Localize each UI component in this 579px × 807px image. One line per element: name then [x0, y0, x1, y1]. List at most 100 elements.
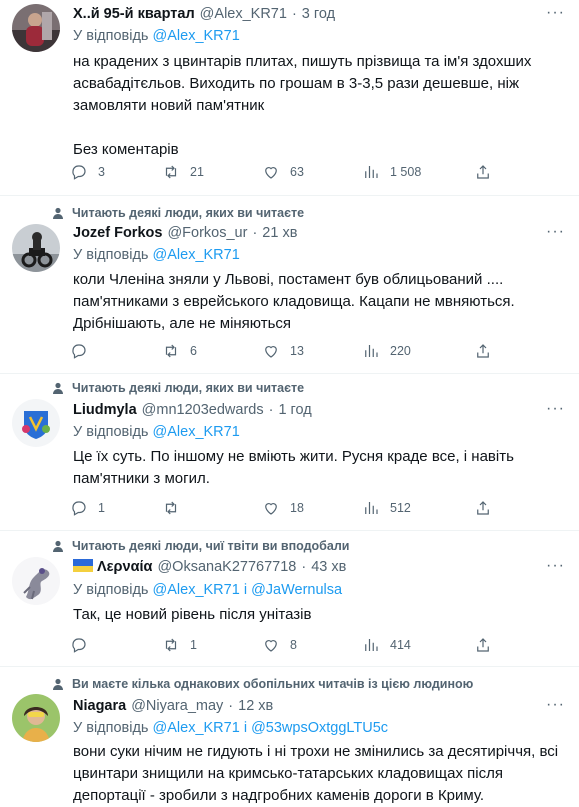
social-context-text[interactable]: Читають деякі люди, яких ви читаєте — [72, 206, 304, 220]
person-icon — [48, 207, 64, 219]
tweet-header: Liudmyla @mn1203edwards · 1 год — [73, 402, 312, 418]
reply-icon — [72, 638, 86, 653]
ukraine-flag-icon — [73, 559, 93, 572]
author-handle[interactable]: @Alex_KR71 — [200, 6, 287, 22]
reply-mention[interactable]: @53wpsOxtggLTU5c — [251, 720, 388, 736]
separator-dot: · — [291, 6, 297, 22]
tweet-time[interactable]: 21 хв — [262, 225, 297, 241]
tweet-0[interactable]: Х..й 95-й квартал @Alex_KR71 · 3 год ···… — [0, 0, 579, 196]
like-icon — [265, 503, 277, 515]
social-context-text[interactable]: Читають деякі люди, чиї твіти ви вподоба… — [72, 539, 349, 553]
reply-joiner: і — [243, 720, 248, 736]
more-icon[interactable]: ··· — [546, 223, 565, 241]
retweet-button[interactable]: 6 — [162, 341, 197, 361]
tweet-time[interactable]: 12 хв — [238, 698, 273, 714]
reply-mention[interactable]: @Alex_KR71 — [153, 424, 240, 440]
views-icon — [365, 166, 378, 178]
author-name[interactable]: Niagara — [73, 698, 126, 714]
share-button[interactable] — [474, 162, 492, 182]
like-count: 18 — [290, 501, 304, 515]
more-icon[interactable]: ··· — [546, 400, 565, 418]
avatar[interactable] — [12, 224, 60, 272]
share-icon — [477, 344, 489, 358]
social-context: Читають деякі люди, чиї твіти ви вподоба… — [48, 539, 349, 553]
views-icon — [365, 345, 378, 357]
author-handle[interactable]: @Forkos_ur — [167, 225, 247, 241]
tweet-time[interactable]: 3 год — [302, 6, 335, 22]
like-count: 63 — [290, 165, 304, 179]
reply-context: У відповідь @Alex_KR71 — [73, 424, 240, 440]
author-name[interactable]: Jozef Forkos — [73, 225, 162, 241]
tweet-text-line: Дрібнішають, але не міняються — [73, 315, 292, 332]
reply-mention[interactable]: @Alex_KR71 — [153, 247, 240, 263]
tweet-3[interactable]: Читають деякі люди, чиї твіти ви вподоба… — [0, 531, 579, 667]
avatar[interactable] — [12, 4, 60, 52]
like-button[interactable]: 18 — [262, 498, 304, 518]
author-handle[interactable]: @OksanaK27767718 — [157, 559, 296, 575]
reply-mention[interactable]: @JaWernulsa — [251, 582, 342, 598]
more-icon[interactable]: ··· — [546, 557, 565, 575]
reply-button[interactable] — [70, 341, 98, 361]
avatar[interactable] — [12, 557, 60, 605]
tweet-text-line: цвинтари знищили на кримсько-татарських … — [73, 765, 503, 782]
reply-button[interactable]: 1 — [70, 498, 105, 518]
reply-button[interactable]: 3 — [70, 162, 105, 182]
person-icon — [48, 382, 64, 394]
share-button[interactable] — [474, 635, 492, 655]
tweet-4[interactable]: Ви маєте кілька однакових обопільних чит… — [0, 667, 579, 807]
tweet-1[interactable]: Читають деякі люди, яких ви читаєте Joze… — [0, 196, 579, 374]
share-icon — [477, 165, 489, 179]
views-button[interactable]: 414 — [362, 635, 411, 655]
reply-button[interactable] — [70, 635, 98, 655]
tweet-text-line: асвабадітєльов. Виходить по грошам в 3-3… — [73, 75, 519, 92]
retweet-button[interactable]: 21 — [162, 162, 204, 182]
like-button[interactable]: 8 — [262, 635, 297, 655]
tweet-text-line: замовляти новий пам'ятник — [73, 97, 265, 114]
share-button[interactable] — [474, 498, 492, 518]
tweet-time[interactable]: 1 год — [278, 402, 311, 418]
tweet-time[interactable]: 43 хв — [311, 559, 346, 575]
tweet-text-line: на крадених з цвинтарів плитах, пишуть п… — [73, 53, 532, 70]
avatar[interactable] — [12, 399, 60, 447]
tweet-text-line: депортації - зробили з надгробних камені… — [73, 787, 485, 804]
author-handle[interactable]: @Niyara_may — [131, 698, 223, 714]
author-name[interactable]: Liudmyla — [73, 402, 137, 418]
separator-dot: · — [252, 225, 258, 241]
views-button[interactable]: 512 — [362, 498, 411, 518]
more-icon[interactable]: ··· — [546, 4, 565, 22]
like-button[interactable]: 63 — [262, 162, 304, 182]
reply-count: 1 — [98, 501, 105, 515]
reply-joiner: і — [243, 582, 248, 598]
like-button[interactable]: 13 — [262, 341, 304, 361]
share-button[interactable] — [474, 341, 492, 361]
reply-mention[interactable]: @Alex_KR71 — [153, 28, 240, 44]
author-name[interactable]: Х..й 95-й квартал — [73, 6, 195, 22]
reply-mention[interactable]: @Alex_KR71 — [153, 720, 240, 736]
social-context-text[interactable]: Ви маєте кілька однакових обопільних чит… — [72, 677, 473, 691]
reply-prefix: У відповідь — [73, 28, 149, 44]
avatar[interactable] — [12, 694, 60, 742]
views-button[interactable]: 1 508 — [362, 162, 421, 182]
reply-feed: Х..й 95-й квартал @Alex_KR71 · 3 год ···… — [0, 0, 579, 807]
views-button[interactable]: 220 — [362, 341, 411, 361]
social-context-text[interactable]: Читають деякі люди, яких ви читаєте — [72, 381, 304, 395]
social-context: Читають деякі люди, яких ви читаєте — [48, 206, 304, 220]
reply-mention[interactable]: @Alex_KR71 — [153, 582, 240, 598]
like-icon — [265, 346, 277, 358]
reply-context: У відповідь @Alex_KR71 і @53wpsOxtggLTU5… — [73, 720, 388, 736]
author-name[interactable]: Λερναία — [73, 559, 152, 575]
retweet-icon — [165, 165, 177, 179]
tweet-text-line: Це їх суть. По іншому не вміють жити. Ру… — [73, 448, 514, 465]
more-icon[interactable]: ··· — [546, 696, 565, 714]
retweet-button[interactable]: 1 — [162, 635, 197, 655]
retweet-button[interactable] — [162, 498, 190, 518]
reply-context: У відповідь @Alex_KR71 — [73, 247, 240, 263]
tweet-text-line: Так, це новий рівень після унітазів — [73, 606, 312, 623]
views-count: 414 — [390, 638, 411, 652]
author-handle[interactable]: @mn1203edwards — [142, 402, 264, 418]
separator-dot: · — [268, 402, 274, 418]
like-count: 13 — [290, 344, 304, 358]
tweet-2[interactable]: Читають деякі люди, яких ви читаєте Liud… — [0, 374, 579, 531]
separator-dot: · — [228, 698, 234, 714]
